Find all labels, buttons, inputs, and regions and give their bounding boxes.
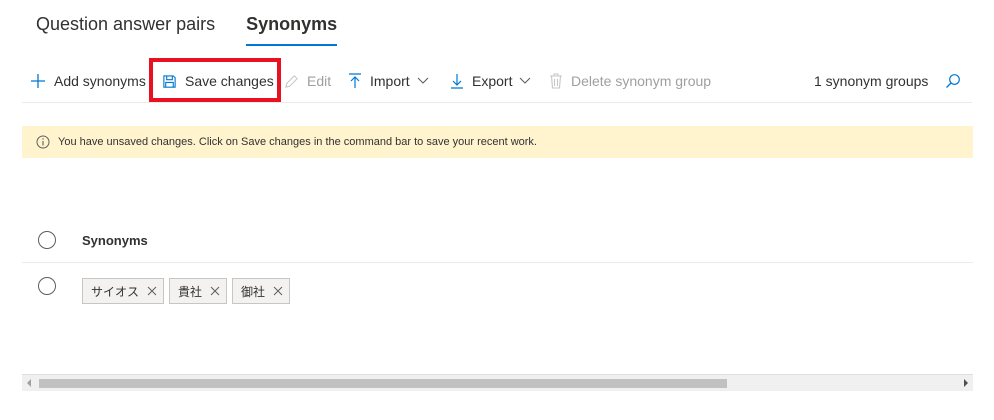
select-all-radio[interactable] — [38, 231, 56, 249]
save-changes-button[interactable]: Save changes — [162, 70, 274, 92]
unsaved-changes-banner: You have unsaved changes. Click on Save … — [22, 126, 973, 158]
synonym-chip: サイオス — [82, 278, 165, 304]
delete-synonym-group-button[interactable]: Delete synonym group — [549, 70, 711, 92]
import-button[interactable]: Import — [348, 70, 429, 92]
add-synonyms-button[interactable]: Add synonyms — [30, 70, 146, 92]
search-icon — [946, 74, 960, 88]
synonym-group-count: 1 synonym groups — [814, 73, 929, 89]
upload-icon — [349, 73, 361, 88]
synonym-chip: 貴社 — [169, 278, 228, 304]
search-button[interactable] — [945, 70, 961, 92]
save-icon — [163, 74, 176, 88]
synonym-chip-label: サイオス — [91, 284, 140, 299]
save-changes-label: Save changes — [185, 73, 274, 89]
chevron-down-icon — [520, 77, 531, 84]
close-icon[interactable] — [271, 284, 285, 298]
download-icon — [451, 74, 463, 89]
export-label: Export — [472, 73, 513, 89]
grid-header: Synonyms — [22, 222, 973, 263]
tab-synonyms[interactable]: Synonyms — [246, 0, 338, 46]
synonym-chip-list: サイオス 貴社 御社 — [82, 278, 295, 304]
scroll-right-arrow-icon[interactable] — [964, 379, 968, 387]
synonym-chip: 御社 — [232, 278, 291, 304]
horizontal-scrollbar[interactable] — [22, 374, 973, 391]
banner-message: You have unsaved changes. Click on Save … — [58, 136, 537, 148]
scroll-left-arrow-icon[interactable] — [27, 379, 31, 387]
tab-question-answer-pairs[interactable]: Question answer pairs — [36, 0, 215, 44]
delete-synonym-group-label: Delete synonym group — [571, 73, 712, 89]
edit-label: Edit — [307, 73, 332, 89]
trash-icon — [550, 73, 562, 89]
row-select-radio[interactable] — [38, 277, 56, 295]
plus-icon — [31, 74, 45, 88]
synonym-chip-label: 貴社 — [178, 284, 203, 299]
close-icon[interactable] — [145, 284, 159, 298]
close-icon[interactable] — [208, 284, 222, 298]
table-row[interactable]: サイオス 貴社 御社 — [22, 262, 973, 322]
import-label: Import — [370, 73, 410, 89]
export-button[interactable]: Export — [450, 70, 531, 92]
tab-list: Question answer pairs Synonyms — [36, 0, 368, 48]
info-icon — [36, 135, 50, 149]
scrollbar-thumb[interactable] — [39, 379, 727, 388]
chevron-down-icon — [417, 77, 429, 84]
edit-button[interactable]: Edit — [284, 70, 331, 92]
command-bar: Add synonyms Save changes Edit Import Ex… — [22, 60, 972, 103]
add-synonyms-label: Add synonyms — [54, 73, 146, 89]
column-header-synonyms: Synonyms — [82, 233, 148, 248]
synonym-chip-label: 御社 — [241, 284, 266, 299]
pencil-icon — [285, 74, 298, 88]
